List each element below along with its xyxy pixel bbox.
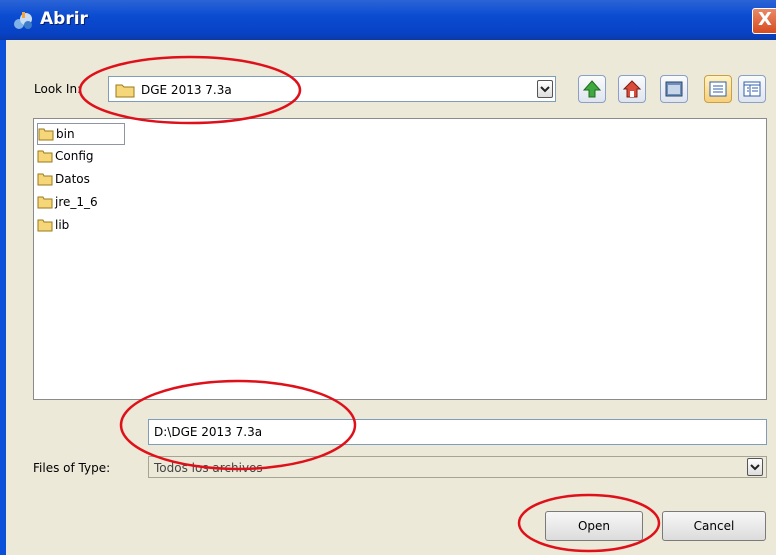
- home-icon: [622, 80, 642, 98]
- folder-icon: [37, 150, 53, 163]
- folder-icon: [115, 84, 135, 98]
- file-name: bin: [56, 127, 75, 141]
- chevron-down-icon: [750, 464, 760, 471]
- list-view-icon: [709, 81, 727, 97]
- list-item-folder[interactable]: jre_1_6: [37, 192, 127, 214]
- details-view-icon: [743, 81, 761, 97]
- list-view-button[interactable]: [704, 75, 732, 103]
- list-item-folder[interactable]: lib: [37, 215, 127, 237]
- files-of-type-value: Todos los archivos: [154, 461, 263, 475]
- list-item-folder[interactable]: Config: [37, 146, 127, 168]
- file-list[interactable]: bin Config Datos jre_1_6 lib: [33, 118, 767, 400]
- chevron-down-icon: [540, 86, 550, 93]
- files-of-type-combo[interactable]: Todos los archivos: [148, 456, 767, 478]
- files-of-type-dropdown-button[interactable]: [747, 458, 763, 476]
- up-folder-icon: [582, 80, 602, 98]
- look-in-value: DGE 2013 7.3a: [141, 83, 232, 97]
- window-title: Abrir: [40, 9, 88, 29]
- up-one-level-button[interactable]: [578, 75, 606, 103]
- new-folder-icon: [665, 81, 683, 97]
- list-item-folder[interactable]: bin: [37, 123, 125, 145]
- close-icon: X: [758, 9, 772, 30]
- folder-icon: [37, 219, 53, 232]
- title-bar: Abrir X: [0, 0, 776, 40]
- folder-icon: [37, 196, 53, 209]
- file-name-input[interactable]: [149, 420, 754, 439]
- new-folder-button[interactable]: [660, 75, 688, 103]
- look-in-label: Look In:: [34, 82, 82, 96]
- look-in-combo[interactable]: DGE 2013 7.3a: [108, 76, 556, 102]
- home-button[interactable]: [618, 75, 646, 103]
- file-name: jre_1_6: [55, 195, 98, 209]
- window-frame-left: [0, 40, 6, 555]
- java-app-icon: [14, 12, 32, 29]
- folder-icon: [37, 173, 53, 186]
- file-name: lib: [55, 218, 70, 232]
- folder-icon: [38, 128, 54, 141]
- look-in-dropdown-button[interactable]: [537, 80, 553, 98]
- cancel-button[interactable]: Cancel: [662, 511, 766, 541]
- file-name-field[interactable]: [148, 419, 767, 445]
- files-of-type-label: Files of Type:: [33, 461, 111, 475]
- file-name: Datos: [55, 172, 90, 186]
- list-item-folder[interactable]: Datos: [37, 169, 127, 191]
- open-button[interactable]: Open: [545, 511, 643, 541]
- details-view-button[interactable]: [738, 75, 766, 103]
- file-name: Config: [55, 149, 94, 163]
- close-button[interactable]: X: [752, 8, 776, 34]
